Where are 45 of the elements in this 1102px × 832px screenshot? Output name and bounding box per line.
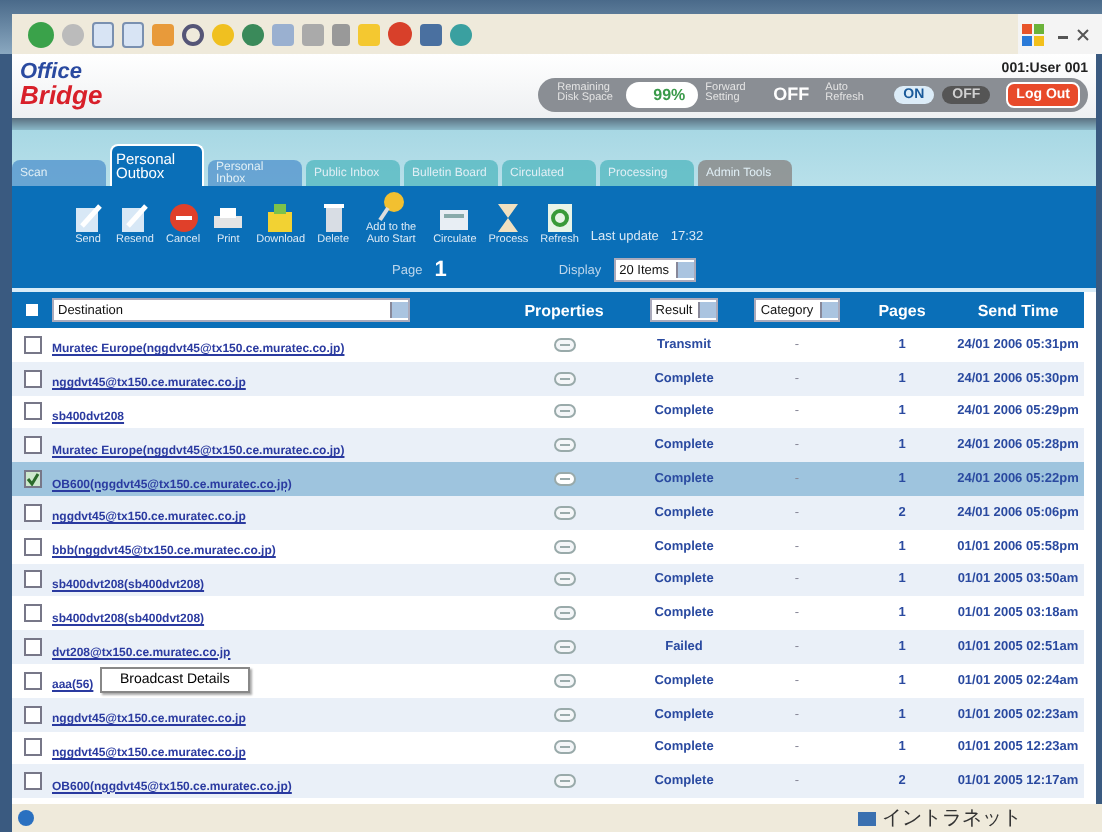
zone-label: イントラネット — [882, 806, 1022, 832]
properties-icon[interactable] — [553, 472, 575, 487]
row-checkbox[interactable] — [23, 369, 41, 388]
row-checkbox[interactable] — [23, 772, 41, 791]
properties-icon[interactable] — [553, 572, 575, 587]
refresh-icon — [543, 201, 576, 233]
pen-paper-icon — [72, 201, 104, 233]
row-checkbox[interactable] — [23, 537, 41, 556]
logo-text: Office — [20, 64, 84, 85]
properties-icon[interactable] — [553, 606, 575, 621]
row-checkbox[interactable] — [23, 638, 41, 657]
row-checkbox[interactable] — [23, 570, 41, 589]
row-checkbox[interactable] — [23, 604, 41, 623]
row-checkbox[interactable] — [23, 436, 41, 455]
stop-sign-icon — [167, 201, 200, 233]
pin-icon — [375, 190, 408, 222]
logo-text: Bridge — [20, 84, 103, 108]
properties-icon[interactable] — [553, 707, 575, 722]
folder-icon — [264, 201, 297, 233]
window-controls-icon[interactable] — [1018, 14, 1102, 54]
properties-icon[interactable] — [553, 740, 575, 755]
properties-icon[interactable] — [553, 337, 575, 352]
row-checkbox[interactable] — [23, 335, 41, 354]
row-checkbox[interactable] — [23, 503, 41, 522]
row-checkbox[interactable] — [23, 671, 41, 690]
properties-icon[interactable] — [553, 371, 575, 386]
disk-space-value: 99% — [625, 81, 698, 107]
properties-icon[interactable] — [553, 438, 575, 453]
properties-icon[interactable] — [553, 539, 575, 554]
properties-icon[interactable] — [553, 673, 575, 688]
row-checkbox[interactable] — [23, 402, 41, 421]
row-checkbox[interactable] — [23, 470, 41, 489]
pen-paper-icon — [118, 201, 151, 233]
column-header: Properties — [522, 301, 606, 319]
properties-icon[interactable] — [553, 404, 575, 419]
column-header: Send Time — [975, 301, 1061, 319]
row-checkbox[interactable] — [23, 705, 41, 724]
select-all-checkbox[interactable] — [26, 304, 38, 316]
page-number: 1 — [434, 258, 447, 282]
properties-icon[interactable] — [553, 640, 575, 655]
properties-icon[interactable] — [553, 774, 575, 789]
row-checkbox[interactable] — [23, 738, 41, 757]
properties-icon[interactable] — [553, 505, 575, 520]
column-header: Pages — [876, 301, 928, 319]
forward-setting-value: OFF — [773, 84, 810, 104]
